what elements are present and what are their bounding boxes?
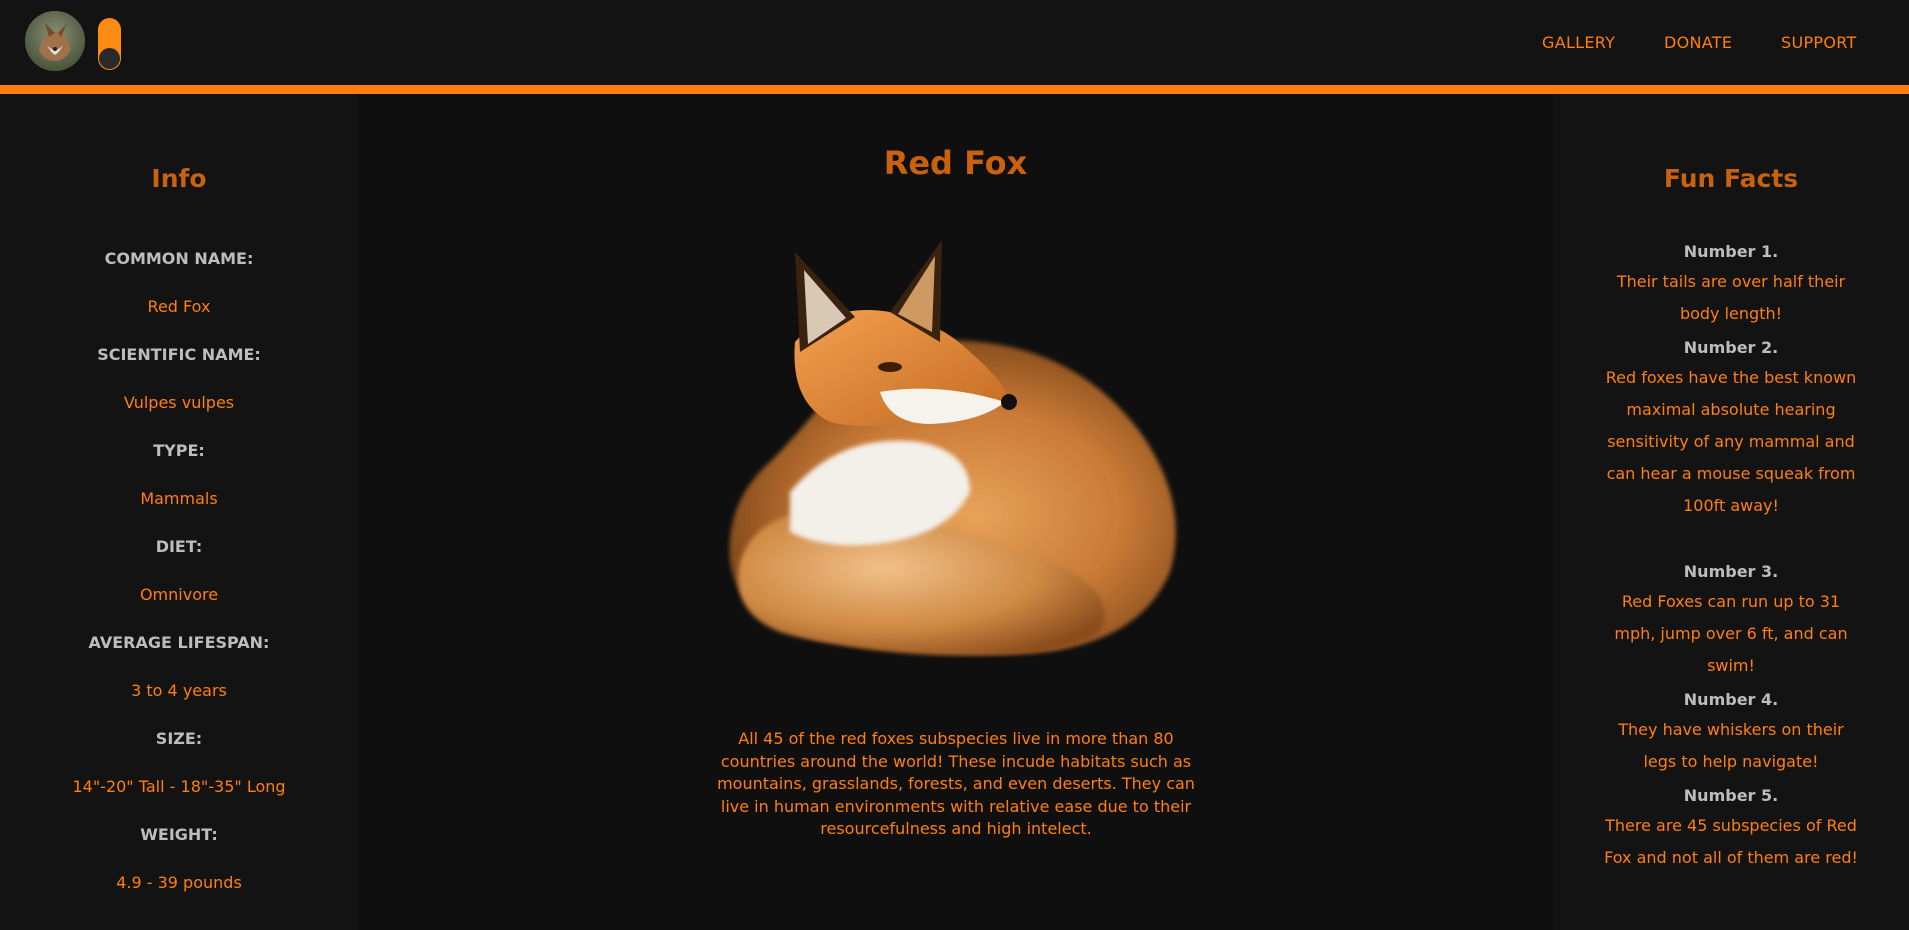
info-value-common-name: Red Fox bbox=[147, 297, 211, 316]
info-value-scientific-name: Vulpes vulpes bbox=[123, 393, 235, 412]
toggle-knob bbox=[99, 48, 120, 69]
top-navigation-bar bbox=[0, 0, 1909, 85]
info-title: Info bbox=[151, 164, 207, 193]
fact-text: Red Foxes can run up to 31 mph, jump ove… bbox=[1614, 592, 1848, 675]
info-label-type: TYPE: bbox=[153, 441, 205, 460]
nav-gallery-link[interactable]: GALLERY bbox=[1542, 33, 1615, 53]
theme-toggle-switch[interactable] bbox=[98, 18, 121, 70]
fact-heading: Number 1. bbox=[1683, 242, 1779, 261]
fox-avatar-icon bbox=[25, 11, 85, 71]
red-fox-image bbox=[729, 240, 1176, 656]
info-panel: Info COMMON NAME: Red Fox SCIENTIFIC NAM… bbox=[0, 94, 358, 930]
info-value-lifespan: 3 to 4 years bbox=[131, 681, 227, 700]
fact-heading: Number 2. bbox=[1683, 338, 1779, 357]
fact-heading: Number 5. bbox=[1683, 786, 1779, 805]
fact-text: There are 45 subspecies of Red Fox and n… bbox=[1604, 816, 1858, 867]
info-value-size: 14"-20" Tall - 18"-35" Long bbox=[72, 777, 286, 796]
info-value-diet: Omnivore bbox=[139, 585, 219, 604]
nav-donate-link[interactable]: DONATE bbox=[1664, 33, 1732, 53]
nav-support-link[interactable]: SUPPORT bbox=[1781, 33, 1857, 53]
info-label-diet: DIET: bbox=[155, 537, 203, 556]
header-divider bbox=[0, 85, 1909, 94]
info-value-type: Mammals bbox=[140, 489, 218, 508]
info-label-weight: WEIGHT: bbox=[140, 825, 218, 844]
fun-facts-panel: Fun Facts Number 1. Their tails are over… bbox=[1553, 94, 1909, 930]
page-title: Red Fox bbox=[883, 144, 1028, 182]
info-label-common-name: COMMON NAME: bbox=[104, 249, 254, 268]
fun-facts-title: Fun Facts bbox=[1663, 164, 1799, 193]
info-value-weight: 4.9 - 39 pounds bbox=[116, 873, 242, 892]
info-label-scientific-name: SCIENTIFIC NAME: bbox=[97, 345, 261, 364]
fact-text: Their tails are over half their body len… bbox=[1616, 272, 1846, 323]
fox-description: All 45 of the red foxes subspecies live … bbox=[717, 729, 1195, 838]
fact-heading: Number 3. bbox=[1683, 562, 1779, 581]
info-label-size: SIZE: bbox=[155, 729, 203, 748]
fact-text: They have whiskers on their legs to help… bbox=[1618, 720, 1844, 771]
fact-text: Red foxes have the best known maximal ab… bbox=[1605, 368, 1857, 515]
fact-heading: Number 4. bbox=[1683, 690, 1779, 709]
info-label-lifespan: AVERAGE LIFESPAN: bbox=[88, 633, 270, 652]
fox-logo-avatar[interactable] bbox=[25, 11, 85, 71]
